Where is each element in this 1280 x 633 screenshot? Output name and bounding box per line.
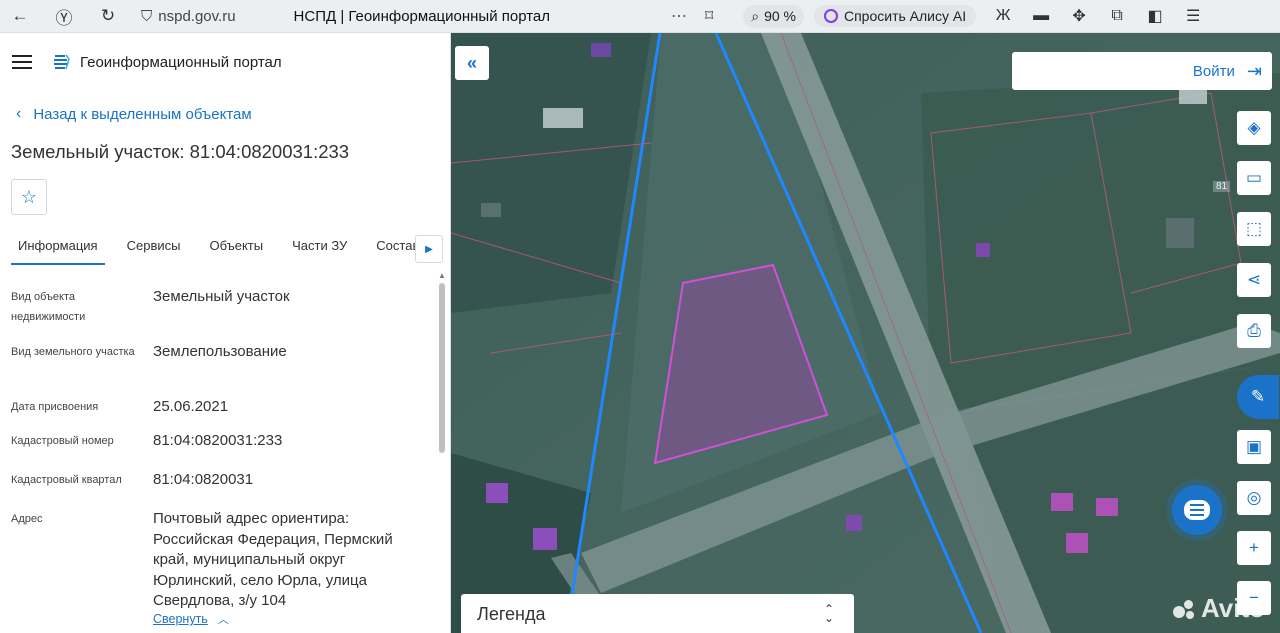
chevron-right-icon: ▶ [425, 243, 433, 255]
zoom-in-button[interactable]: + [1237, 531, 1271, 565]
window-button[interactable]: ▣ [1237, 430, 1271, 464]
layers-button[interactable]: ◈ [1237, 111, 1271, 145]
share-icon: ⋖ [1246, 270, 1262, 289]
object-title: Земельный участок: 81:04:0820031:233 [11, 141, 350, 162]
tab-information[interactable]: Информация [11, 226, 105, 265]
more-icon[interactable]: ⋯ [671, 6, 687, 26]
layers-icon: ◈ [1247, 118, 1261, 137]
measure-button[interactable]: ▭ [1237, 161, 1271, 195]
object-tabs: Информация Сервисы Объекты Части ЗУ Сост… [11, 226, 445, 265]
bookmark-icon[interactable]: ⌑ [705, 6, 713, 26]
double-chevron-left-icon: « [466, 52, 477, 73]
select-area-button[interactable]: ⬚ [1237, 212, 1271, 246]
edit-icon: ✎ [1250, 387, 1266, 406]
login-arrow-icon: ⇥ [1246, 60, 1262, 81]
tab-services[interactable]: Сервисы [120, 226, 188, 263]
property-value: Землепользование [153, 343, 287, 360]
collapse-link[interactable]: Свернуть ︿ [153, 611, 229, 627]
url-host: nspd.gov.ru [158, 7, 236, 25]
scale-label: 81 [1213, 181, 1231, 192]
extension-k-icon[interactable]: Ж [984, 0, 1022, 32]
property-key: Кадастровый квартал [11, 474, 122, 486]
satellite-map [451, 33, 1280, 633]
tabs-scroll-right-button[interactable]: ▶ [415, 235, 443, 263]
window-icon: ▣ [1245, 437, 1263, 456]
back-arrow-icon[interactable]: ← [5, 1, 35, 31]
yandex-icon[interactable]: Ⓨ [49, 1, 79, 31]
login-button[interactable]: Войти ⇥ [1012, 52, 1272, 90]
info-panel: Геоинформационный портал ‹ Назад к выдел… [0, 33, 451, 633]
extension-shield-icon[interactable]: ◧ [1136, 0, 1174, 32]
location-icon: ◎ [1246, 488, 1262, 507]
zoom-icon: ⌕ [751, 7, 760, 24]
legend-bar[interactable]: Легенда ⌃ ⌄ [461, 594, 854, 633]
ruler-icon: ▭ [1245, 168, 1263, 187]
collapse-label: Свернуть [153, 612, 208, 626]
property-key: Кадастровый номер [11, 435, 114, 447]
zoom-value: 90 % [764, 8, 796, 24]
property-value: 25.06.2021 [153, 398, 229, 415]
chat-button[interactable] [1172, 485, 1222, 535]
scroll-up-arrow-icon[interactable]: ▲ [437, 271, 447, 280]
shield-icon: ⛉ [141, 7, 153, 25]
portal-logo-icon [54, 54, 70, 70]
legend-label: Легенда [477, 603, 546, 624]
portal-title: Геоинформационный портал [80, 53, 282, 71]
star-icon: ☆ [20, 186, 38, 207]
panel-header: Геоинформационный портал [12, 53, 282, 71]
browser-menu-icon[interactable]: ☰ [1174, 0, 1212, 32]
extension-hat-icon[interactable]: ▬ [1022, 0, 1060, 32]
share-button[interactable]: ⋖ [1237, 263, 1271, 297]
watermark-text: Avito [1201, 593, 1266, 623]
map-view[interactable]: « Войти ⇥ 81 ◈ ▭ ⬚ ⋖ ⎙ ✎ ▣ ◎ + − Легенда… [451, 33, 1280, 633]
property-value: 81:04:0820031 [153, 471, 254, 488]
avito-logo-icon [1173, 598, 1197, 620]
tab-parts[interactable]: Части ЗУ [285, 226, 354, 263]
alice-button[interactable]: Спросить Алису AI [813, 5, 977, 27]
chevron-left-icon: ‹ [16, 105, 22, 122]
print-icon: ⎙ [1247, 321, 1261, 340]
alice-label: Спросить Алису AI [843, 8, 967, 24]
property-key: Вид земельного участка [11, 346, 135, 358]
login-label: Войти [1192, 62, 1235, 80]
alice-icon [823, 9, 838, 23]
avito-watermark: Avito [1173, 593, 1265, 624]
property-value: 81:04:0820031:233 [153, 432, 283, 449]
expand-collapse-icon: ⌃ ⌄ [823, 602, 834, 625]
zoom-indicator[interactable]: ⌕ 90 % [743, 4, 804, 28]
back-label: Назад к выделенным объектам [33, 105, 252, 123]
collapse-panel-button[interactable]: « [455, 46, 489, 80]
select-area-icon: ⬚ [1245, 219, 1263, 238]
tab-objects[interactable]: Объекты [202, 226, 270, 263]
plus-icon: + [1249, 538, 1259, 557]
location-button[interactable]: ◎ [1237, 481, 1271, 515]
favorite-star-button[interactable]: ☆ [11, 179, 47, 215]
scrollbar-thumb[interactable] [439, 283, 445, 453]
property-value: Почтовый адрес ориентира: Российская Фед… [153, 510, 393, 609]
property-key: Дата присвоения [11, 401, 99, 413]
property-key: Адрес [11, 513, 43, 525]
extension-translate-icon[interactable]: ⧉ [1098, 0, 1136, 32]
edit-tool-button[interactable]: ✎ [1237, 375, 1279, 419]
address-bar[interactable]: ⛉ nspd.gov.ru НСПД | Геоинформационный п… [131, 8, 691, 25]
hamburger-menu-icon[interactable] [12, 55, 32, 69]
extensions-puzzle-icon[interactable]: ✥ [1060, 0, 1098, 32]
page-title-in-bar: НСПД | Геоинформационный портал [293, 7, 551, 25]
print-button[interactable]: ⎙ [1237, 314, 1271, 348]
reload-icon[interactable]: ↻ [93, 1, 123, 31]
back-to-selected-link[interactable]: ‹ Назад к выделенным объектам [16, 105, 252, 123]
chat-bubble-icon [1184, 500, 1210, 520]
property-value: Земельный участок [153, 288, 290, 305]
chevron-up-icon: ︿ [217, 614, 229, 626]
property-key: Вид объекта недвижимости [11, 291, 86, 323]
browser-toolbar: ← Ⓨ ↻ ⛉ nspd.gov.ru НСПД | Геоинформацио… [0, 0, 1280, 33]
